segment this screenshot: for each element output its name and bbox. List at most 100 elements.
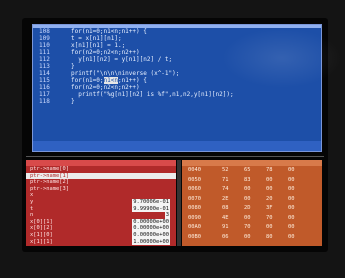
code-line[interactable]: 116 for(n2=0;n2<n;n2++) — [33, 84, 321, 91]
code-text: } — [71, 98, 75, 105]
memory-byte: 00 — [244, 233, 251, 240]
variable-row[interactable]: n3 — [26, 212, 176, 219]
code-line[interactable]: 113} — [33, 63, 321, 70]
variable-value: 0.00000e+00 — [132, 218, 170, 226]
variable-value: 9.99900e-01 — [132, 205, 170, 213]
memory-byte: 00 — [288, 176, 295, 183]
variable-value: 1.00000e+00 — [132, 238, 170, 246]
memory-row[interactable]: 00B0 06 00 80 00 — [182, 233, 322, 243]
code-text: for(n1=0;n1<n;n1++) { — [71, 77, 147, 84]
memory-byte: 78 — [266, 167, 273, 173]
variables-panel[interactable]: ptr->name[0] ptr->name[1] ptr->name[2] ptr-… — [26, 160, 176, 246]
code-text: for(n2=0;n2<n;n2++) — [71, 84, 140, 91]
line-number: 112 — [39, 56, 50, 63]
memory-address: 0070 — [188, 195, 201, 202]
variable-name: t — [30, 205, 34, 212]
variable-row[interactable]: ptr->name[0] — [26, 166, 176, 173]
code-line[interactable]: 117 printf("%g[n1][n2] is %f",n1,n2,y[n1… — [33, 91, 321, 98]
memory-address: 0060 — [188, 186, 201, 192]
variable-row[interactable]: t 9.99900e-01 — [26, 205, 176, 213]
code-text-before-selection: for(n1=0; — [71, 77, 104, 84]
memory-address: 00B0 — [188, 233, 201, 240]
code-line[interactable]: 115 for(n1=0;n1<n;n1++) { — [33, 77, 321, 84]
code-line[interactable]: 111 for(n2=0;n2<n;n2++) — [33, 49, 321, 56]
memory-byte: 70 — [266, 214, 273, 221]
text-selection[interactable]: n1<n — [103, 77, 118, 84]
code-window-statusbar — [33, 141, 321, 151]
memory-byte: 08 — [222, 205, 229, 211]
memory-panel[interactable]: 0040 52 65 78 00 0050 71 83 00 00 0060 74 00 00 00 0070… — [182, 160, 322, 246]
memory-byte: 00 — [266, 186, 273, 192]
memory-byte: 00 — [244, 186, 251, 192]
code-text: t = x[n1][n1]; — [71, 35, 122, 42]
memory-byte: 70 — [244, 224, 251, 230]
variable-row[interactable]: y 9.70006e-01 — [26, 198, 176, 206]
code-text: y[n1][n2] = y[n1][n2] / t; — [71, 56, 173, 63]
variable-name: ptr->name[1] — [30, 172, 69, 179]
line-number: 108 — [39, 28, 50, 35]
line-number: 109 — [39, 35, 50, 42]
screen: 108 for(n1=0;n1<n;n1++) {109 t = x[n1][n1]… — [22, 18, 342, 252]
memory-row[interactable]: 0050 71 83 00 00 — [182, 176, 322, 186]
variable-row[interactable]: ptr->name[2] — [26, 179, 176, 186]
memory-byte: 65 — [244, 167, 251, 173]
memory-row[interactable]: 00A0 91 70 00 00 — [182, 223, 322, 233]
memory-byte: 00 — [244, 214, 251, 221]
variable-name: x[1][0] — [30, 231, 53, 238]
memory-byte: 2D — [244, 205, 251, 211]
variable-name: x — [30, 192, 34, 199]
code-line[interactable]: 109 t = x[n1][n1]; — [33, 35, 321, 42]
variable-name: x[0][2] — [30, 225, 53, 232]
memory-row[interactable]: 0070 2E 00 20 00 — [182, 195, 322, 205]
memory-byte: 80 — [266, 233, 273, 240]
memory-row[interactable]: 0040 52 65 78 00 — [182, 166, 322, 176]
code-line[interactable]: 118} — [33, 98, 321, 105]
variable-name: y — [30, 198, 34, 205]
memory-byte: 00 — [266, 176, 273, 183]
memory-byte: 00 — [288, 205, 295, 211]
variable-value: 0.00000e+00 — [132, 231, 170, 239]
source-code-window[interactable]: 108 for(n1=0;n1<n;n1++) {109 t = x[n1][n1]… — [32, 24, 322, 152]
memory-row[interactable]: 0090 4E 00 70 00 — [182, 214, 322, 224]
pane-divider[interactable] — [26, 156, 324, 157]
panel-splitter[interactable] — [177, 160, 181, 246]
code-text: for(n2=0;n2<n;n2++) — [71, 49, 140, 56]
variable-name: n — [30, 212, 34, 219]
memory-byte: 74 — [222, 186, 229, 192]
line-number: 117 — [39, 91, 50, 98]
variable-row[interactable]: x — [26, 192, 176, 199]
code-line[interactable]: 112 y[n1][n2] = y[n1][n2] / t; — [33, 56, 321, 63]
code-line[interactable]: 110 x[n1][n1] = 1.; — [33, 42, 321, 49]
memory-byte: 00 — [288, 167, 295, 173]
line-number: 114 — [39, 70, 50, 77]
line-number: 110 — [39, 42, 50, 49]
memory-row[interactable]: 0060 74 00 00 00 — [182, 185, 322, 195]
memory-address: 00A0 — [188, 224, 201, 230]
memory-byte: 91 — [222, 224, 229, 230]
memory-byte: 3F — [266, 205, 273, 211]
variable-row[interactable]: x[0][1] 0.00000e+00 — [26, 218, 176, 226]
memory-byte: 00 — [244, 195, 251, 202]
monitor-bezel: 108 for(n1=0;n1<n;n1++) {109 t = x[n1][n1]… — [0, 0, 345, 278]
memory-address: 0090 — [188, 214, 201, 221]
variable-row[interactable]: x[1][0] 0.00000e+00 — [26, 231, 176, 239]
memory-byte: 00 — [288, 214, 295, 221]
variable-row[interactable]: x[0][2] 0.00000e+00 — [26, 225, 176, 232]
variable-row-selected[interactable]: ptr->name[1] — [26, 172, 176, 180]
memory-address: 0040 — [188, 167, 201, 173]
memory-byte: 00 — [288, 224, 295, 230]
code-text: } — [71, 63, 75, 70]
variable-row[interactable]: ptr->name[3] — [26, 186, 176, 193]
memory-row[interactable]: 0080 08 2D 3F 00 — [182, 204, 322, 214]
line-number: 116 — [39, 84, 50, 91]
variable-name: x[0][1] — [30, 218, 53, 225]
variable-name: ptr->name[3] — [30, 185, 69, 192]
code-line[interactable]: 108 for(n1=0;n1<n;n1++) { — [33, 28, 321, 35]
memory-dump-list: 0040 52 65 78 00 0050 71 83 00 00 0060 74 00 00 00 0070… — [182, 166, 322, 242]
memory-byte: 4E — [222, 214, 229, 221]
variable-row[interactable]: x[1][1] 1.00000e+00 — [26, 238, 176, 246]
variable-name: ptr->name[2] — [30, 179, 69, 186]
code-text: printf("\n\n\ninverse (x^-1"); — [71, 70, 180, 77]
memory-byte: 00 — [288, 195, 295, 202]
code-line[interactable]: 114 printf("\n\n\ninverse (x^-1"); — [33, 70, 321, 77]
